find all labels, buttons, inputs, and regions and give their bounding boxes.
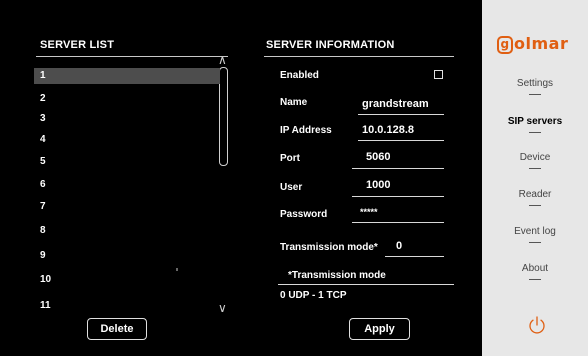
server-info-title-underline xyxy=(264,56,454,57)
golmar-logo-rest: olmar xyxy=(514,34,569,53)
nav-item-reader[interactable]: Reader xyxy=(482,189,588,206)
golmar-logo: ggolmarolmar xyxy=(497,34,577,54)
list-item[interactable]: 4 xyxy=(34,132,220,148)
nav-item-device[interactable]: Device xyxy=(482,152,588,169)
ip-address-field-underline xyxy=(358,140,444,141)
scroll-up-icon[interactable]: ∧ xyxy=(218,54,227,66)
nav-item-about[interactable]: About xyxy=(482,263,588,280)
nav-item-divider xyxy=(529,168,541,169)
list-item[interactable]: 10 xyxy=(34,272,220,288)
transmission-note-text: 0 UDP - 1 TCP xyxy=(280,290,347,301)
list-item[interactable]: 9 xyxy=(34,248,220,264)
name-label: Name xyxy=(280,97,308,108)
nav-item-divider xyxy=(529,279,541,280)
password-label: Password xyxy=(280,209,328,220)
user-label: User xyxy=(280,182,303,193)
port-label: Port xyxy=(280,153,300,164)
golmar-logo-mark: g xyxy=(497,36,513,54)
ip-address-field[interactable]: 10.0.128.8 xyxy=(362,124,414,136)
list-item[interactable]: 2 xyxy=(34,91,220,107)
port-field[interactable]: 5060 xyxy=(366,151,390,163)
name-field-underline xyxy=(358,114,444,115)
enabled-checkbox[interactable] xyxy=(434,70,443,79)
power-icon[interactable] xyxy=(527,315,547,335)
nav-item-label: Device xyxy=(519,152,551,163)
nav-item-sip-servers[interactable]: SIP servers xyxy=(482,116,588,133)
list-item[interactable]: 7 xyxy=(34,199,220,215)
nav-item-event-log[interactable]: Event log xyxy=(482,226,588,243)
list-item[interactable]: 6 xyxy=(34,177,220,193)
server-info-title: SERVER INFORMATION xyxy=(266,39,395,51)
enabled-label: Enabled xyxy=(280,70,319,81)
nav-item-divider xyxy=(529,242,541,243)
transmission-mode-field-underline xyxy=(385,256,444,257)
nav-item-divider xyxy=(529,132,541,133)
apply-button[interactable]: Apply xyxy=(349,318,410,340)
name-field[interactable]: grandstream xyxy=(362,98,429,110)
server-list-title-underline xyxy=(36,56,228,57)
list-item[interactable]: 8 xyxy=(34,223,220,239)
transmission-note-divider xyxy=(278,284,454,285)
delete-button[interactable]: Delete xyxy=(87,318,147,340)
transmission-mode-field[interactable]: 0 xyxy=(396,240,402,252)
nav-item-label: Reader xyxy=(518,189,552,200)
user-field[interactable]: 1000 xyxy=(366,179,390,191)
nav-item-label: Event log xyxy=(514,226,556,237)
password-field[interactable]: ***** xyxy=(360,207,378,217)
user-field-underline xyxy=(352,196,444,197)
server-list-title: SERVER LIST xyxy=(40,39,115,51)
transmission-mode-label: Transmission mode* xyxy=(280,242,378,253)
list-item[interactable]: 3 xyxy=(34,111,220,127)
list-item[interactable]: 1 xyxy=(34,68,220,84)
nav-item-label: About xyxy=(521,263,549,274)
main-panel: SERVER LIST ∧ ∨ 1 2 3 4 5 6 7 8 9 10 11 … xyxy=(0,0,482,356)
nav-item-label: Settings xyxy=(516,78,554,89)
transmission-note-title: *Transmission mode xyxy=(288,270,386,281)
nav-item-label: SIP servers xyxy=(507,116,563,127)
nav-item-settings[interactable]: Settings xyxy=(482,78,588,95)
password-field-underline xyxy=(352,222,444,223)
list-item[interactable]: 11 xyxy=(34,298,220,314)
nav-item-divider xyxy=(529,205,541,206)
stray-mark xyxy=(176,268,178,271)
port-field-underline xyxy=(352,168,444,169)
scrollbar-thumb[interactable] xyxy=(219,67,228,166)
ip-address-label: IP Address xyxy=(280,125,332,136)
nav-item-divider xyxy=(529,94,541,95)
list-item[interactable]: 5 xyxy=(34,154,220,170)
